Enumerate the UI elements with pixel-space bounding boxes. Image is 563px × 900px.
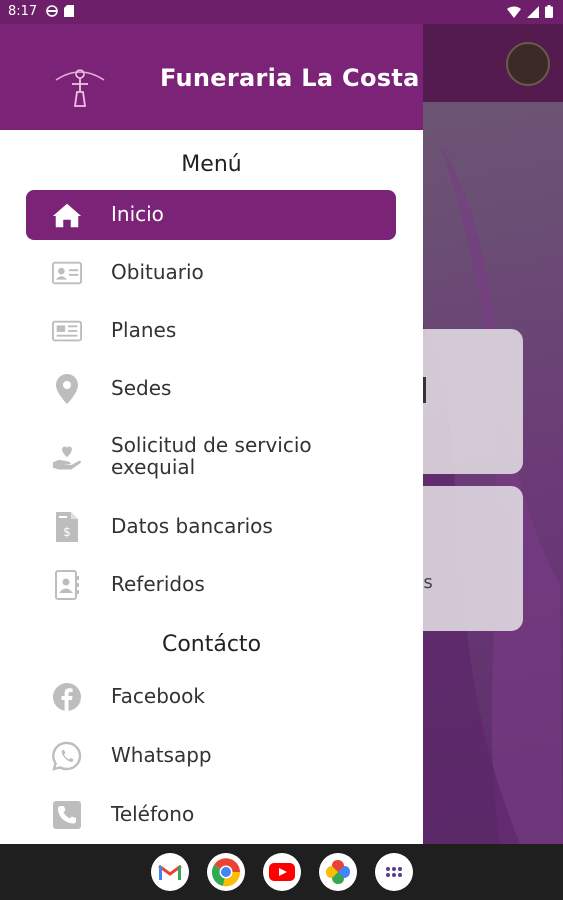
- brand-logo-icon: [55, 69, 105, 107]
- contact-item-telefono[interactable]: Teléfono: [26, 790, 396, 840]
- navigation-drawer: Funeraria La Costa Menú Inicio Obituario…: [0, 24, 423, 844]
- menu-item-solicitud[interactable]: Solicitud de servicio exequial: [26, 434, 396, 484]
- menu-item-label: Referidos: [111, 572, 205, 596]
- menu-item-datos-bancarios[interactable]: $ Datos bancarios: [26, 502, 396, 552]
- menu-item-label: Solicitud de servicio exequial: [111, 434, 312, 478]
- contact-item-facebook[interactable]: Facebook: [26, 672, 396, 722]
- wifi-icon: [507, 5, 521, 18]
- menu-item-label: Planes: [111, 318, 177, 342]
- status-bar: 8:17: [0, 0, 563, 24]
- invoice-icon: $: [52, 512, 82, 542]
- menu-item-label-line1: Solicitud de servicio: [111, 433, 312, 457]
- menu-item-label: Obituario: [111, 260, 204, 284]
- menu-item-label: Whatsapp: [111, 743, 212, 767]
- signal-icon: [527, 5, 539, 18]
- menu-item-obituario[interactable]: Obituario: [26, 248, 396, 298]
- brand-name: Funeraria La Costa: [160, 64, 420, 92]
- menu-item-label: Facebook: [111, 684, 205, 708]
- whatsapp-icon: [52, 741, 82, 771]
- newspaper-icon: [52, 317, 82, 345]
- drawer-header: Funeraria La Costa: [0, 24, 423, 130]
- phone-icon: [52, 801, 82, 829]
- sd-card-icon: [64, 5, 74, 17]
- menu-item-label: Teléfono: [111, 802, 195, 826]
- contact-item-whatsapp[interactable]: Whatsapp: [26, 731, 396, 781]
- status-time: 8:17: [8, 4, 38, 19]
- menu-item-label: Sedes: [111, 376, 172, 400]
- profile-avatar[interactable]: [506, 42, 550, 86]
- menu-item-referidos[interactable]: Referidos: [26, 560, 396, 610]
- app-drawer-icon[interactable]: [375, 853, 413, 891]
- facebook-icon: [52, 683, 82, 711]
- menu-item-inicio[interactable]: Inicio: [26, 190, 396, 240]
- battery-icon: [545, 5, 553, 18]
- menu-section-title: Menú: [181, 152, 242, 177]
- gmail-icon[interactable]: [151, 853, 189, 891]
- contact-section-title: Contácto: [161, 632, 262, 657]
- chrome-icon[interactable]: [207, 853, 245, 891]
- location-pin-icon: [52, 374, 82, 404]
- menu-item-sedes[interactable]: Sedes: [26, 364, 396, 414]
- home-icon: [52, 201, 82, 229]
- vpn-icon: [46, 5, 58, 17]
- menu-item-label: Datos bancarios: [111, 514, 273, 538]
- svg-text:$: $: [63, 525, 71, 539]
- system-dock: [0, 844, 563, 900]
- menu-item-planes[interactable]: Planes: [26, 306, 396, 356]
- photos-icon[interactable]: [319, 853, 357, 891]
- youtube-icon[interactable]: [263, 853, 301, 891]
- menu-item-label: Inicio: [111, 202, 164, 226]
- menu-item-label-line2: exequial: [111, 455, 196, 479]
- id-card-icon: [52, 259, 82, 287]
- contact-book-icon: [52, 570, 82, 600]
- hand-heart-icon: [52, 444, 82, 472]
